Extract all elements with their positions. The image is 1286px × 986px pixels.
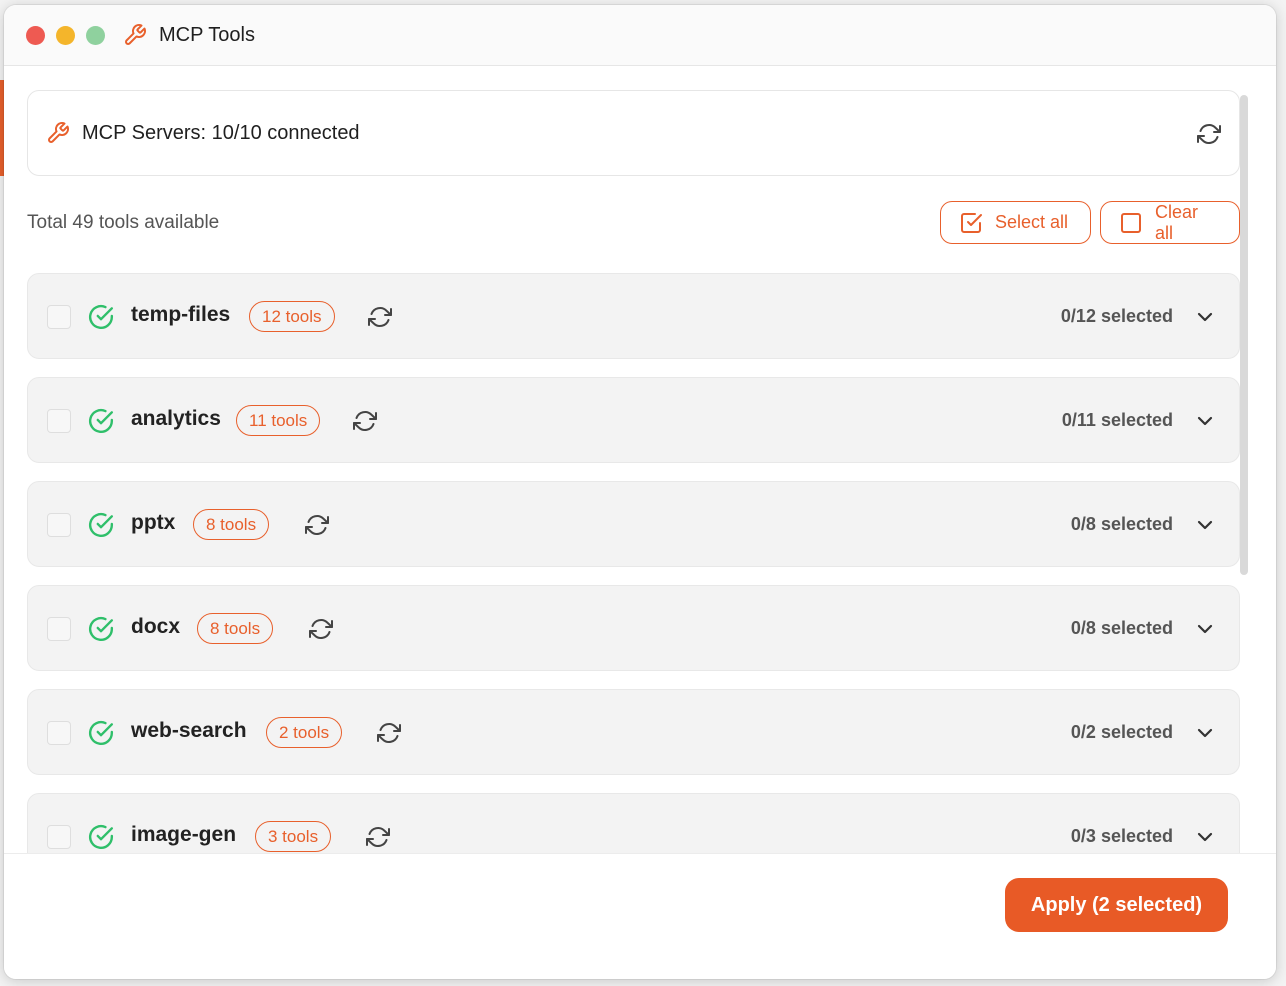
selected-count: 0/3 selected — [1070, 826, 1173, 846]
check-circle-icon — [88, 616, 114, 642]
tool-count-badge: 8 tools — [193, 509, 270, 540]
server-checkbox[interactable] — [47, 305, 71, 329]
server-status-card: MCP Servers: 10/10 connected — [27, 90, 1240, 176]
chevron-down-icon[interactable] — [1193, 305, 1217, 329]
tool-count-badge: 11 tools — [236, 405, 321, 436]
minimize-window-button[interactable] — [56, 25, 75, 45]
server-row-temp-files[interactable]: temp-files 12 tools 0/12 selected — [27, 273, 1240, 359]
server-name: docx — [131, 615, 181, 638]
refresh-icon[interactable] — [305, 513, 329, 537]
selected-count: 0/8 selected — [1070, 618, 1173, 638]
dialog-footer: Apply (2 selected) — [4, 853, 1276, 979]
chevron-down-icon[interactable] — [1193, 409, 1217, 433]
checkbox-checked-icon — [959, 211, 983, 235]
selected-count: 0/11 selected — [1061, 410, 1173, 430]
server-name: pptx — [131, 511, 176, 534]
chevron-down-icon[interactable] — [1193, 721, 1217, 745]
check-circle-icon — [88, 408, 114, 434]
chevron-down-icon[interactable] — [1193, 513, 1217, 537]
refresh-icon[interactable] — [377, 721, 401, 745]
server-row-pptx[interactable]: pptx 8 tools 0/8 selected — [27, 481, 1240, 567]
title-bar: MCP Tools — [4, 5, 1276, 66]
server-name: web-search — [131, 719, 247, 742]
check-circle-icon — [88, 720, 114, 746]
total-tools-text: Total 49 tools available — [27, 212, 220, 233]
checkbox-empty-icon — [1119, 211, 1143, 235]
wrench-icon — [123, 23, 147, 47]
select-all-button[interactable]: Select all — [940, 201, 1091, 244]
close-window-button[interactable] — [26, 25, 45, 45]
tool-count-badge: 2 tools — [266, 717, 343, 748]
refresh-icon[interactable] — [368, 305, 392, 329]
selected-count: 0/12 selected — [1060, 306, 1173, 326]
tool-count-badge: 12 tools — [249, 301, 335, 332]
select-all-label: Select all — [995, 212, 1069, 232]
window-controls — [26, 25, 105, 45]
clear-all-button[interactable]: Clear all — [1100, 201, 1240, 244]
check-circle-icon — [88, 512, 114, 538]
tools-toolbar: Total 49 tools available Select all Clea… — [27, 201, 1240, 245]
server-status-text: MCP Servers: 10/10 connected — [82, 121, 360, 144]
chevron-down-icon[interactable] — [1193, 617, 1217, 641]
apply-button[interactable]: Apply (2 selected) — [1005, 878, 1228, 932]
check-circle-icon — [88, 304, 114, 330]
content-area: MCP Servers: 10/10 connected Total 49 to… — [4, 67, 1276, 857]
tool-count-badge: 3 tools — [255, 821, 332, 852]
selected-count: 0/8 selected — [1070, 514, 1173, 534]
refresh-icon[interactable] — [366, 825, 390, 849]
mcp-tools-window: MCP Tools MCP Servers: 10/10 connected T… — [4, 5, 1276, 979]
server-row-web-search[interactable]: web-search 2 tools 0/2 selected — [27, 689, 1240, 775]
check-circle-icon — [88, 824, 114, 850]
server-row-docx[interactable]: docx 8 tools 0/8 selected — [27, 585, 1240, 671]
server-checkbox[interactable] — [47, 825, 71, 849]
server-row-image-gen[interactable]: image-gen 3 tools 0/3 selected — [27, 793, 1240, 857]
refresh-icon[interactable] — [353, 409, 377, 433]
server-checkbox[interactable] — [47, 617, 71, 641]
refresh-icon[interactable] — [1197, 122, 1221, 146]
server-name: analytics — [131, 407, 221, 430]
list-scrollbar[interactable] — [1240, 95, 1248, 575]
server-row-analytics[interactable]: analytics 11 tools 0/11 selected — [27, 377, 1240, 463]
chevron-down-icon[interactable] — [1193, 825, 1217, 849]
server-name: temp-files — [131, 303, 231, 326]
zoom-window-button[interactable] — [86, 25, 105, 45]
server-checkbox[interactable] — [47, 409, 71, 433]
clear-all-label: Clear all — [1155, 201, 1199, 243]
server-name: image-gen — [131, 823, 237, 846]
tool-count-badge: 8 tools — [197, 613, 274, 644]
selected-count: 0/2 selected — [1070, 722, 1173, 742]
server-checkbox[interactable] — [47, 513, 71, 537]
wrench-icon — [46, 121, 70, 145]
refresh-icon[interactable] — [309, 617, 333, 641]
window-title: MCP Tools — [159, 23, 255, 46]
server-checkbox[interactable] — [47, 721, 71, 745]
